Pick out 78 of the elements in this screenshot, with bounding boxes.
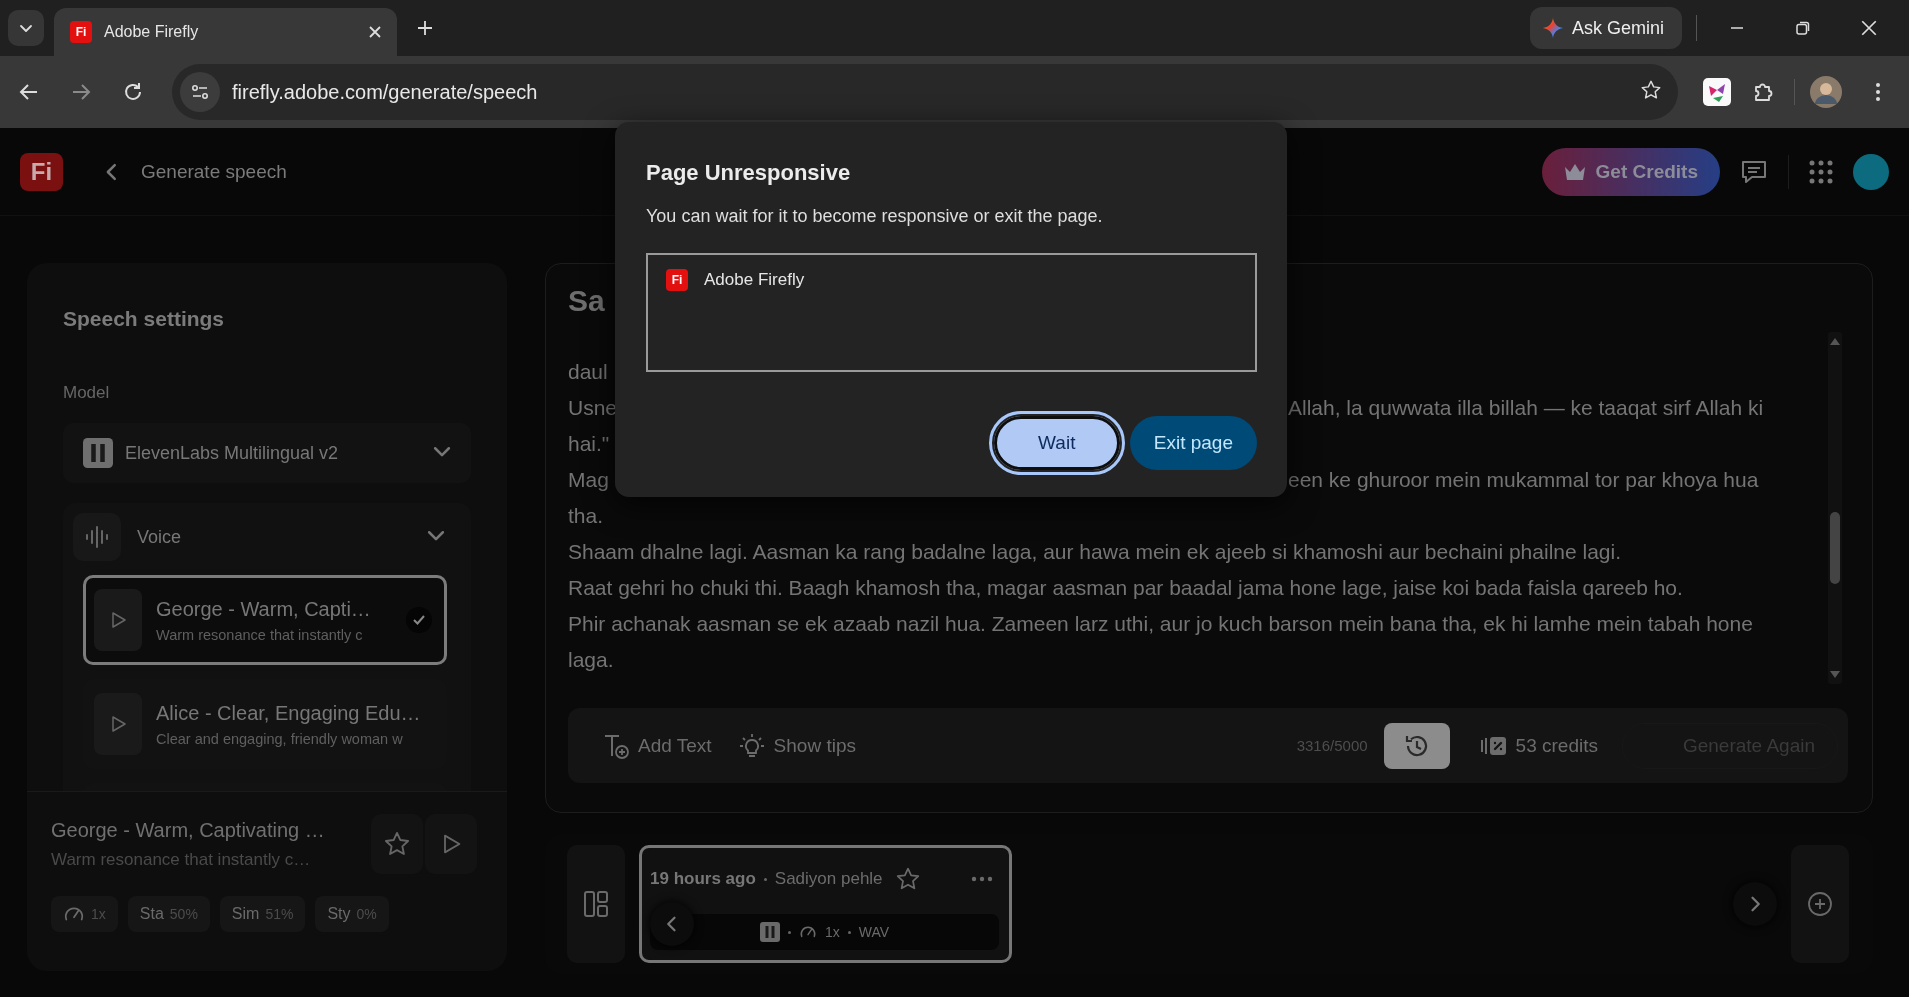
text-line: hai." <box>568 432 610 455</box>
pause-icon <box>759 922 780 942</box>
tab-list-button[interactable] <box>8 10 44 46</box>
voice-name: George - Warm, Captivating … <box>51 818 326 842</box>
more-icon <box>1875 81 1881 103</box>
add-text-button[interactable]: Add Text <box>594 722 720 769</box>
dialog-message: You can wait for it to become responsive or exit the page. <box>646 206 1104 227</box>
voice-description: Warm resonance that instantly c… <box>51 849 312 870</box>
text-line: laga. <box>568 648 614 671</box>
close-tab-button[interactable] <box>367 24 383 40</box>
text-line: Mag <box>568 467 609 493</box>
text-line: daul <box>568 360 608 383</box>
plus-circle-icon <box>1807 891 1833 917</box>
app-logo[interactable]: Fi <box>20 152 63 191</box>
voice-dropdown[interactable]: Voice <box>73 513 455 561</box>
waveform-icon <box>84 524 110 550</box>
scrollbar[interactable] <box>1828 332 1842 684</box>
layout-button[interactable] <box>567 845 625 963</box>
play-button[interactable] <box>425 814 477 874</box>
plus-icon <box>416 19 434 37</box>
close-icon <box>367 24 383 40</box>
address-bar[interactable]: firefly.adobe.com/generate/speech <box>172 64 1678 120</box>
lightbulb-icon <box>737 731 766 760</box>
text-line: Allah, la quwwata illa billah — ke taaqat sirf Allah ki <box>1288 395 1764 421</box>
text-line: een ke ghuroor mein mukammal tor par khoya hua <box>1288 467 1759 493</box>
speed-label: 1x <box>824 924 840 940</box>
clip-title: Sadiyon pehle <box>774 869 883 889</box>
url-text: firefly.adobe.com/generate/speech <box>232 80 539 104</box>
tab-title: Adobe Firefly <box>104 23 200 41</box>
text-line: tha. <box>568 504 604 527</box>
text-line: Raat gehri ho chuki thi. Baagh khamosh tha, magar aasman par baadal jama hone lage, jaise koi bada faisla qareeb ho. <box>568 576 1683 599</box>
text-line: Shaam dhalne lagi. Aasman ka rang badalne laga, aur hawa mein ek ajeeb si khamoshi aur bechaini phailne lagi. <box>568 540 1621 563</box>
favorite-button[interactable] <box>371 814 423 874</box>
dialog-title: Page Unresponsive <box>646 160 852 186</box>
minimize-icon <box>1729 27 1745 29</box>
script-title: Sa <box>568 284 605 317</box>
grid-icon <box>1809 159 1833 184</box>
avatar-icon[interactable] <box>1853 153 1889 190</box>
text-line: Usne <box>568 395 618 421</box>
panel-title: Speech settings <box>63 307 226 331</box>
more-icon <box>971 876 993 882</box>
history-button[interactable] <box>1383 722 1450 769</box>
show-tips-button[interactable]: Show tips <box>729 722 864 769</box>
browser-tab[interactable]: Fi Adobe Firefly <box>54 8 397 56</box>
next-button[interactable] <box>1733 882 1777 926</box>
get-credits-button[interactable]: Get Credits <box>1541 147 1720 196</box>
page-name: Adobe Firefly <box>704 270 805 290</box>
apps-button[interactable] <box>1809 159 1833 184</box>
close-icon <box>1860 19 1878 37</box>
star-icon <box>894 866 921 892</box>
add-button[interactable] <box>1791 845 1849 963</box>
timestamp: 19 hours ago <box>650 869 756 889</box>
star-icon <box>383 830 411 858</box>
page-title: Generate speech <box>141 160 287 183</box>
app-favicon: Fi <box>666 269 688 291</box>
format-label: WAV <box>858 924 890 940</box>
tune-icon <box>190 82 210 102</box>
field-label: Model <box>63 383 111 403</box>
pause-icon <box>83 438 113 468</box>
reload-icon <box>122 81 144 103</box>
ask-gemini-button[interactable]: Ask Gemini <box>1529 7 1682 49</box>
star-icon <box>1640 79 1662 101</box>
tab-favicon: Fi <box>70 21 92 43</box>
extension-icon <box>1703 78 1731 106</box>
credits-count: 53 credits <box>1515 734 1598 757</box>
dialog-button[interactable]: Exit page <box>1129 416 1257 470</box>
character-count: 3316/5000 <box>1296 737 1368 754</box>
voice-option[interactable]: George - Warm, Capti… Warm resonance that instantly c <box>83 575 447 665</box>
extension-button[interactable] <box>1702 77 1732 107</box>
history-card[interactable]: 19 hours ago Sadiyon pehle 1x WAV <box>639 845 1012 963</box>
crown-icon <box>1563 162 1586 181</box>
restore-icon <box>1795 20 1811 36</box>
model-dropdown[interactable]: ElevenLabs Multilingual v2 <box>63 423 471 483</box>
text-line: Phir achanak aasman se ek azaab nazil hua. Zameen larz uthi, aur jo kuch barson mein bana tha, ek hi lamhe mein tabah hone <box>568 612 1753 635</box>
avatar-icon <box>1810 76 1842 108</box>
layout-icon <box>583 890 609 918</box>
checkmark-icon <box>412 613 426 627</box>
site-info-button[interactable] <box>180 72 220 112</box>
